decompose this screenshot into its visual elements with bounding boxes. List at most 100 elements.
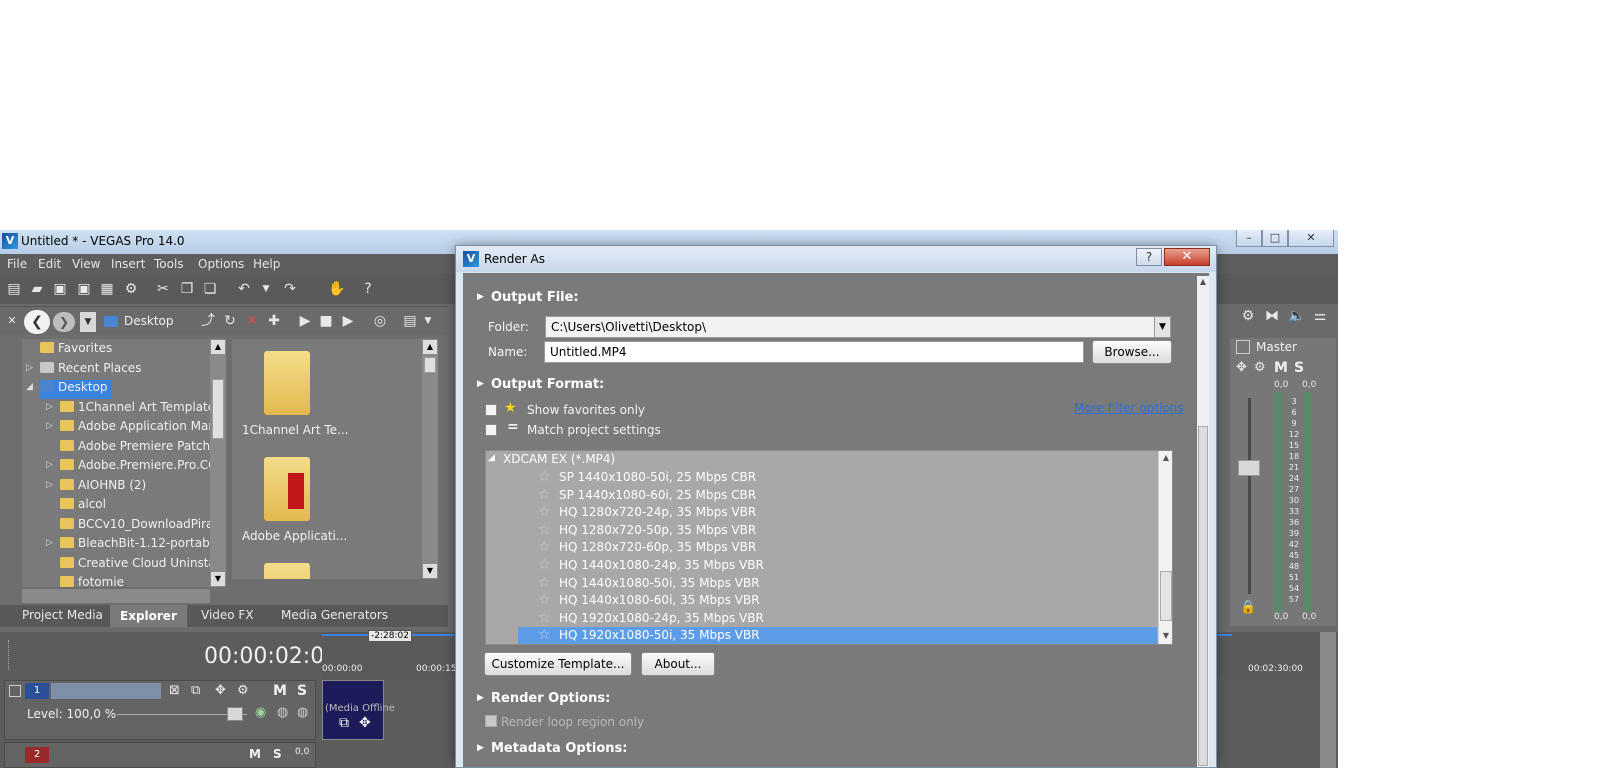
template-row[interactable]: ☆ HQ 1280x720-24p, 35 Mbps VBR xyxy=(486,504,1157,522)
template-row[interactable]: ☆ HQ 1280x720-60p, 35 Mbps VBR xyxy=(486,539,1157,557)
about-button[interactable]: About... xyxy=(641,652,715,676)
scroll-down-icon[interactable]: ▼ xyxy=(211,572,225,586)
output-format-section[interactable]: ▶ Output Format: xyxy=(477,377,604,392)
favorite-star-icon[interactable]: ☆ xyxy=(538,610,551,626)
up-folder-icon[interactable]: ⤴ xyxy=(200,313,216,329)
match-project-checkbox[interactable] xyxy=(485,424,497,436)
show-favorites-checkbox[interactable] xyxy=(485,404,497,416)
expand-arrow-icon[interactable]: ▷ xyxy=(46,480,53,490)
favorite-star-icon[interactable]: ☆ xyxy=(538,539,551,555)
save-as-icon[interactable]: ▣ xyxy=(76,281,92,297)
tree-item-folder[interactable]: ▷ AIOHNB (2) xyxy=(46,478,146,497)
tree-item-folder[interactable]: BCCv10_DownloadPirate. xyxy=(60,517,210,536)
favorite-star-icon[interactable]: ☆ xyxy=(538,557,551,573)
gear-icon[interactable]: ⚙ xyxy=(123,281,139,297)
video-event-clip[interactable]: (Media Offline ⧉ ✥ xyxy=(322,680,395,740)
refresh-icon[interactable]: ↻ xyxy=(222,313,238,329)
more-filter-options-link[interactable]: More filter options xyxy=(1074,401,1184,415)
folder-combobox[interactable]: C:\Users\Olivetti\Desktop\ ▼ xyxy=(545,316,1171,338)
scroll-up-icon[interactable]: ▲ xyxy=(1197,276,1209,288)
undo-icon[interactable]: ↶ xyxy=(236,281,252,297)
tab-project-media[interactable]: Project Media xyxy=(22,608,103,622)
template-row[interactable]: ☆ HQ 1440x1080-50i, 35 Mbps VBR xyxy=(486,575,1157,593)
event-fx-icon[interactable]: ✥ xyxy=(359,715,371,731)
template-row[interactable]: ☆ SP 1440x1080-60i, 25 Mbps CBR xyxy=(486,487,1157,505)
track-motion-icon[interactable]: ⊠ xyxy=(169,683,180,698)
folder-icon[interactable] xyxy=(264,351,310,415)
customize-template-button[interactable]: Customize Template... xyxy=(484,652,632,676)
search-icon[interactable]: ◎ xyxy=(372,313,388,329)
scroll-down-icon[interactable]: ▼ xyxy=(423,564,437,578)
whats-this-help-icon[interactable]: ? xyxy=(360,281,376,297)
fx-icon[interactable]: ✥ xyxy=(215,683,226,698)
output-file-section[interactable]: ▶ Output File: xyxy=(477,290,579,305)
tab-video-fx[interactable]: Video FX xyxy=(201,608,254,622)
make-compositing-child-icon[interactable]: ◍ xyxy=(277,705,288,720)
menu-file[interactable]: File xyxy=(7,257,27,271)
track-name-field[interactable] xyxy=(51,683,161,699)
menu-help[interactable]: Help xyxy=(253,257,280,271)
forward-icon[interactable]: ❯ xyxy=(53,312,75,332)
tree-item-folder[interactable]: ▷Adobe.Premiere.Pro.CC.2 xyxy=(46,458,210,477)
history-dropdown-icon[interactable]: ▼ xyxy=(80,312,96,332)
file-view-scrollbar[interactable]: ▲ ▼ xyxy=(422,339,438,579)
expand-arrow-icon[interactable]: ▶ xyxy=(477,743,484,753)
delete-icon[interactable]: ✕ xyxy=(244,313,260,329)
back-icon[interactable]: ❮ xyxy=(24,310,50,334)
tree-hscrollbar[interactable] xyxy=(22,589,210,603)
expand-arrow-icon[interactable]: ▶ xyxy=(477,693,484,703)
menu-options[interactable]: Options xyxy=(198,257,244,271)
template-list[interactable]: ◢ XDCAM EX (*.MP4) ☆ SP 1440x1080-50i, 25… xyxy=(485,450,1173,645)
minimize-button[interactable]: – xyxy=(1236,230,1262,247)
render-loop-region-checkbox[interactable] xyxy=(485,715,497,727)
tree-item-folder[interactable]: ▷ BleachBit-1.12-portable xyxy=(46,536,210,555)
menu-edit[interactable]: Edit xyxy=(38,257,61,271)
timeline-vscrollbar[interactable] xyxy=(1320,632,1336,768)
save-icon[interactable]: ▣ xyxy=(52,281,68,297)
favorite-star-icon[interactable]: ☆ xyxy=(538,487,551,503)
expand-arrow-icon[interactable]: ▷ xyxy=(46,460,53,470)
undo-dropdown-icon[interactable]: ▼ xyxy=(258,281,274,297)
template-row[interactable]: ☆ HQ 1280x720-50p, 35 Mbps VBR xyxy=(486,522,1157,540)
auto-preview-icon[interactable]: ▶ xyxy=(340,313,356,329)
redo-icon[interactable]: ↷ xyxy=(282,281,298,297)
tree-item-folder[interactable]: alcol xyxy=(60,497,106,516)
expand-arrow-icon[interactable]: ▷ xyxy=(46,421,53,431)
dialog-scrollbar[interactable]: ▲ xyxy=(1197,276,1209,767)
track-expand-icon[interactable] xyxy=(9,685,21,697)
explorer-location[interactable]: Desktop xyxy=(124,314,174,328)
add-to-favorites-icon[interactable]: ✚ xyxy=(266,313,282,329)
pan-crop-icon[interactable]: ⧉ xyxy=(191,683,200,698)
scroll-thumb[interactable] xyxy=(212,379,224,439)
dialog-close-button[interactable]: ✕ xyxy=(1164,248,1210,266)
tab-media-generators[interactable]: Media Generators xyxy=(281,608,388,622)
tree-item-folder[interactable]: ▷ 1Channel Art Templates xyxy=(46,400,210,419)
metadata-options-section[interactable]: ▶ Metadata Options: xyxy=(477,741,627,756)
expand-arrow-icon[interactable]: ▷ xyxy=(46,402,53,412)
template-row[interactable]: ☆ HQ 1440x1080-24p, 35 Mbps VBR xyxy=(486,557,1157,575)
tree-item-desktop[interactable]: ◢ Desktop xyxy=(26,380,112,399)
scroll-up-icon[interactable]: ▲ xyxy=(211,340,225,354)
expand-arrow-icon[interactable]: ▷ xyxy=(26,363,33,373)
favorite-star-icon[interactable]: ☆ xyxy=(538,522,551,538)
speaker-icon[interactable]: 🔈 xyxy=(1288,308,1305,324)
compositing-mode-icon[interactable]: ◉ xyxy=(255,705,266,720)
folder-icon[interactable] xyxy=(264,563,310,579)
template-list-scrollbar[interactable]: ▲ ▼ xyxy=(1158,451,1172,644)
render-icon[interactable]: ▦ xyxy=(99,281,115,297)
scroll-up-icon[interactable]: ▲ xyxy=(1159,451,1172,465)
file-item-label[interactable]: 1Channel Art Te... xyxy=(242,423,349,437)
collapse-arrow-icon[interactable]: ◢ xyxy=(26,382,33,392)
close-panel-icon[interactable]: ✕ xyxy=(4,313,20,329)
video-track-header[interactable]: 1 ⊠ ⧉ ✥ ⚙ M S Level: 100,0 % ◉ ◍ ◍ xyxy=(4,680,316,740)
collapse-arrow-icon[interactable]: ▶ xyxy=(477,292,484,302)
collapse-arrow-icon[interactable]: ◢ xyxy=(488,453,495,463)
tree-item-recent-places[interactable]: ▷ Recent Places xyxy=(26,361,141,380)
menu-view[interactable]: View xyxy=(72,257,100,271)
make-compositing-parent-icon[interactable]: ◍ xyxy=(297,705,308,720)
master-fader[interactable] xyxy=(1238,460,1260,476)
collapse-arrow-icon[interactable]: ▶ xyxy=(477,379,484,389)
event-pan-crop-icon[interactable]: ⧉ xyxy=(339,715,349,731)
template-row[interactable]: ☆ SP 1440x1080-50i, 25 Mbps CBR xyxy=(486,469,1157,487)
views-dropdown-icon[interactable]: ▼ xyxy=(420,313,436,329)
